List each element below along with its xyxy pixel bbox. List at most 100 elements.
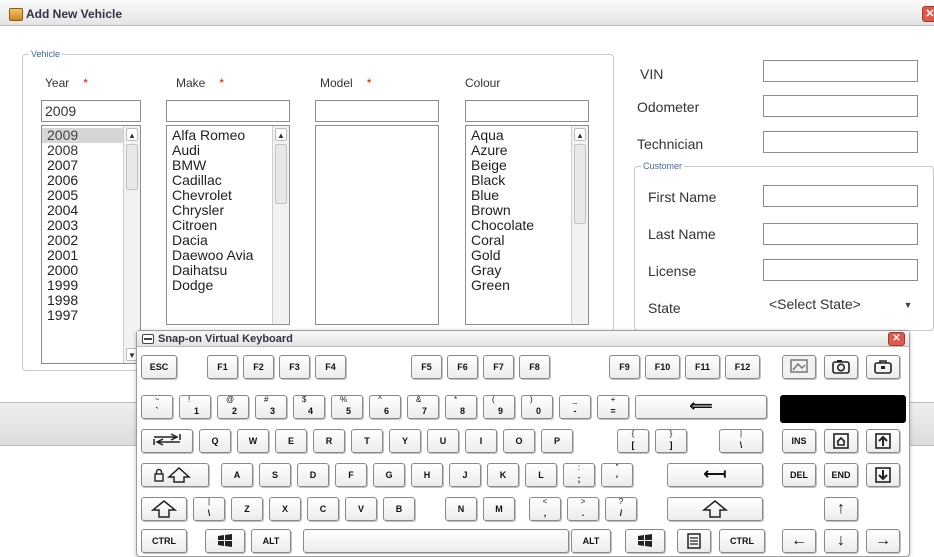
key-p[interactable]: P	[541, 429, 573, 453]
key-f11[interactable]: F11	[685, 355, 720, 379]
key-3[interactable]: #3	[255, 395, 287, 419]
colour-item[interactable]: Black	[466, 173, 588, 188]
vin-input[interactable]	[763, 60, 918, 82]
page-up-icon[interactable]	[866, 429, 900, 453]
key-f9[interactable]: F9	[609, 355, 640, 379]
key-backslash-left[interactable]: | \	[193, 497, 225, 521]
key-esc[interactable]: ESC	[141, 355, 177, 379]
colour-scrollbar[interactable]: ▲	[571, 126, 588, 324]
home-icon[interactable]	[824, 429, 858, 453]
make-item[interactable]: Dacia	[167, 233, 289, 248]
colour-input[interactable]	[465, 100, 589, 122]
key-minus[interactable]: _ -	[559, 395, 591, 419]
make-item[interactable]: Chrysler	[167, 203, 289, 218]
insert-key[interactable]: INS	[782, 429, 816, 453]
key-h[interactable]: H	[411, 463, 443, 487]
key-b[interactable]: B	[383, 497, 415, 521]
make-scrollbar[interactable]: ▲	[272, 126, 289, 324]
key-close-bracket[interactable]: }]	[655, 429, 687, 453]
scroll-thumb[interactable]	[126, 144, 138, 190]
key-2[interactable]: @2	[217, 395, 249, 419]
license-input[interactable]	[763, 259, 918, 281]
key-f1[interactable]: F1	[207, 355, 238, 379]
make-item[interactable]: Daewoo Avia	[167, 248, 289, 263]
key-period[interactable]: >.	[567, 497, 599, 521]
key-t[interactable]: T	[351, 429, 383, 453]
arrow-down-key[interactable]: ↓	[824, 529, 858, 553]
keyboard-close-button[interactable]: ✕	[888, 332, 905, 346]
colour-list[interactable]: Aqua Azure Beige Black Blue Brown Chocol…	[465, 125, 589, 325]
key-1[interactable]: ! 1	[179, 395, 211, 419]
context-menu-icon[interactable]	[677, 529, 711, 553]
colour-item[interactable]: Gold	[466, 248, 588, 263]
arrow-up-key[interactable]: ↑	[824, 497, 858, 521]
right-shift-key[interactable]	[667, 497, 763, 521]
left-alt-key[interactable]: ALT	[251, 529, 291, 553]
colour-item[interactable]: Gray	[466, 263, 588, 278]
tab-key[interactable]	[141, 429, 193, 453]
key-d[interactable]: D	[297, 463, 329, 487]
key-e[interactable]: E	[275, 429, 307, 453]
key-f8[interactable]: F8	[519, 355, 550, 379]
key-f4[interactable]: F4	[315, 355, 346, 379]
year-scrollbar[interactable]: ▲ ▼	[123, 126, 140, 363]
windows-logo-icon[interactable]	[625, 529, 665, 553]
make-item[interactable]: Alfa Romeo	[167, 128, 289, 143]
toolbox-icon[interactable]	[866, 355, 900, 379]
key-z[interactable]: Z	[231, 497, 263, 521]
window-close-button[interactable]: ✕	[922, 6, 934, 22]
make-item[interactable]: Daihatsu	[167, 263, 289, 278]
colour-item[interactable]: Coral	[466, 233, 588, 248]
key-y[interactable]: Y	[389, 429, 421, 453]
right-alt-key[interactable]: ALT	[571, 529, 611, 553]
year-list[interactable]: 2009 2008 2007 2006 2005 2004 2003 2002 …	[41, 125, 141, 364]
key-c[interactable]: C	[307, 497, 339, 521]
key-f5[interactable]: F5	[411, 355, 442, 379]
key-6[interactable]: ^ 6	[369, 395, 401, 419]
key-w[interactable]: W	[237, 429, 269, 453]
key-f[interactable]: F	[335, 463, 367, 487]
scroll-up-icon[interactable]: ▲	[275, 128, 287, 141]
key-semicolon[interactable]: :;	[563, 463, 595, 487]
colour-item[interactable]: Beige	[466, 158, 588, 173]
key-0[interactable]: ) 0	[521, 395, 553, 419]
first-name-input[interactable]	[763, 185, 918, 207]
key-v[interactable]: V	[345, 497, 377, 521]
space-key[interactable]	[303, 529, 569, 553]
key-f2[interactable]: F2	[243, 355, 274, 379]
make-list[interactable]: Alfa Romeo Audi BMW Cadillac Chevrolet C…	[166, 125, 290, 325]
key-j[interactable]: J	[449, 463, 481, 487]
key-9[interactable]: (9	[483, 395, 515, 419]
key-5[interactable]: % 5	[331, 395, 363, 419]
key-s[interactable]: S	[259, 463, 291, 487]
screen-capture-icon[interactable]	[782, 355, 816, 379]
key-o[interactable]: O	[503, 429, 535, 453]
backspace-key[interactable]: ⟸	[635, 395, 767, 419]
key-quote[interactable]: " '	[601, 463, 633, 487]
key-i[interactable]: I	[465, 429, 497, 453]
key-f3[interactable]: F3	[279, 355, 310, 379]
make-item[interactable]: Audi	[167, 143, 289, 158]
key-slash[interactable]: ? /	[605, 497, 637, 521]
scroll-up-icon[interactable]: ▲	[574, 128, 586, 141]
end-key[interactable]: END	[824, 463, 858, 487]
key-x[interactable]: X	[269, 497, 301, 521]
key-comma[interactable]: <,	[529, 497, 561, 521]
key-f10[interactable]: F10	[645, 355, 680, 379]
colour-item[interactable]: Chocolate	[466, 218, 588, 233]
model-list[interactable]	[315, 125, 439, 325]
scroll-thumb[interactable]	[275, 144, 287, 204]
left-shift-key[interactable]	[141, 497, 187, 521]
chevron-down-icon[interactable]: ▼	[899, 294, 917, 316]
key-g[interactable]: G	[373, 463, 405, 487]
key-backtick[interactable]: ~ `	[141, 395, 173, 419]
make-input[interactable]	[166, 100, 290, 122]
key-backslash[interactable]: | \	[719, 429, 763, 453]
key-open-bracket[interactable]: {[	[617, 429, 649, 453]
colour-item[interactable]: Azure	[466, 143, 588, 158]
colour-item[interactable]: Brown	[466, 203, 588, 218]
model-input[interactable]	[315, 100, 439, 122]
make-item[interactable]: Cadillac	[167, 173, 289, 188]
page-down-icon[interactable]	[866, 463, 900, 487]
year-input[interactable]: 2009	[41, 100, 141, 122]
